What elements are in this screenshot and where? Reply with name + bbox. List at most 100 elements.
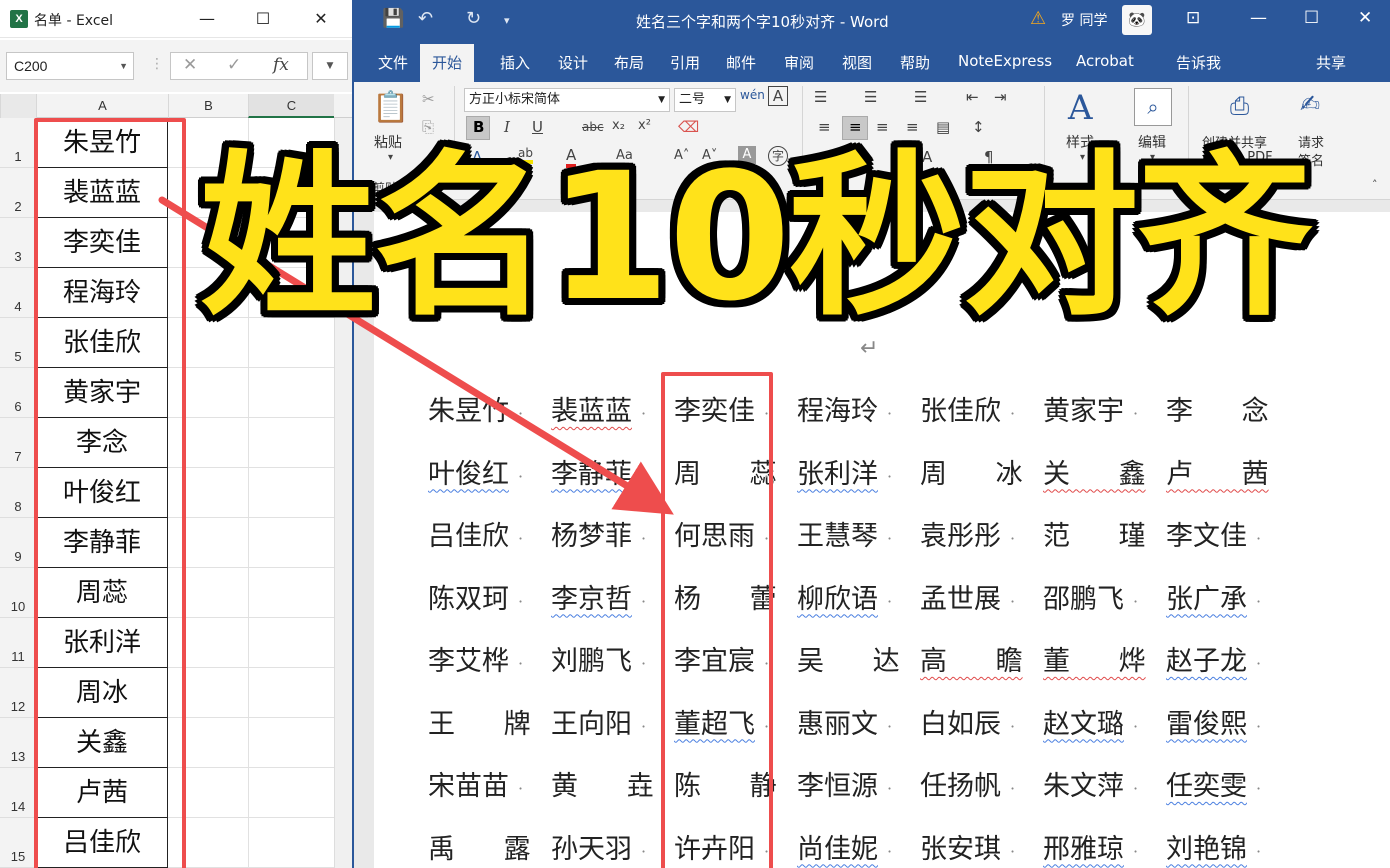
subscript-icon[interactable]: x₂ (612, 118, 625, 133)
redo-icon[interactable]: ↻ (466, 8, 481, 29)
save-icon[interactable]: 💾 (382, 8, 404, 29)
name-cell[interactable]: 尚佳妮 · (797, 830, 917, 868)
tab-8[interactable]: 视图 (842, 52, 872, 73)
avatar[interactable]: 🐼 (1122, 5, 1152, 35)
search-icon[interactable]: ⌕ (1134, 88, 1172, 126)
name-cell[interactable]: 李 念 · (1166, 392, 1286, 432)
name-cell[interactable]: 任扬帆 · (920, 767, 1040, 807)
paste-icon[interactable]: 📋 (372, 90, 409, 125)
name-box[interactable]: C200 ▼ (6, 52, 134, 80)
name-cell[interactable]: 程海玲 · (797, 392, 917, 432)
name-cell[interactable]: 李艾桦 · (428, 642, 548, 682)
row-header[interactable]: 9 (0, 518, 36, 568)
name-cell[interactable]: 赵子龙 · (1166, 642, 1286, 682)
enter-icon[interactable]: ✓ (227, 55, 241, 75)
row-header[interactable]: 13 (0, 718, 36, 768)
tab-2[interactable]: 插入 (500, 52, 530, 73)
name-cell[interactable]: 关 鑫 · (1043, 455, 1163, 495)
row-header[interactable]: 12 (0, 668, 36, 718)
user-name[interactable]: 罗 同学 (1061, 10, 1107, 30)
name-cell[interactable]: 张利洋 · (797, 455, 917, 495)
superscript-icon[interactable]: x² (638, 118, 651, 133)
cancel-icon[interactable]: ✕ (183, 55, 197, 75)
name-cell[interactable]: 李恒源 · (797, 767, 917, 807)
name-cell[interactable]: 黄家宇 · (1043, 392, 1163, 432)
ribbon-display-icon[interactable]: ⊡ (1186, 8, 1200, 28)
multilevel-list-icon[interactable]: ☰ (914, 88, 927, 106)
maximize-icon[interactable]: ☐ (1304, 8, 1319, 28)
name-cell[interactable]: 惠丽文 · (797, 705, 917, 745)
tab-3[interactable]: 设计 (558, 52, 588, 73)
tab-6[interactable]: 邮件 (726, 52, 756, 73)
name-cell[interactable]: 陈双珂 · (428, 580, 548, 620)
tab-12[interactable]: 告诉我 (1176, 52, 1221, 73)
copy-icon[interactable]: ⎘ (422, 118, 434, 136)
tab-9[interactable]: 帮助 (900, 52, 930, 73)
name-cell[interactable]: 任奕雯 · (1166, 767, 1286, 807)
minimize-icon[interactable]: — (1250, 8, 1267, 28)
decrease-indent-icon[interactable]: ⇤ (966, 88, 979, 106)
create-pdf-icon[interactable]: ⎙ (1230, 92, 1249, 120)
row-header[interactable]: 3 (0, 218, 36, 268)
name-cell[interactable]: 张安琪 · (920, 830, 1040, 868)
increase-indent-icon[interactable]: ⇥ (994, 88, 1007, 106)
name-cell[interactable]: 雷俊熙 · (1166, 705, 1286, 745)
tab-11[interactable]: Acrobat (1076, 52, 1134, 70)
name-cell[interactable]: 朱文萍 · (1043, 767, 1163, 807)
justify-icon[interactable]: ≡ (906, 118, 919, 136)
tab-5[interactable]: 引用 (670, 52, 700, 73)
row-header[interactable]: 4 (0, 268, 36, 318)
name-cell[interactable]: 范 瑾 · (1043, 517, 1163, 557)
tab-0[interactable]: 文件 (378, 52, 408, 73)
name-cell[interactable]: 裴蓝蓝 · (551, 392, 671, 432)
chevron-down-icon[interactable]: ▼ (724, 89, 731, 111)
select-all-corner[interactable] (0, 94, 36, 118)
name-cell[interactable]: 邵鹏飞 · (1043, 580, 1163, 620)
name-cell[interactable]: 李静菲 · (551, 455, 671, 495)
name-cell[interactable]: 邢雅琼 · (1043, 830, 1163, 868)
clear-formatting-icon[interactable]: ⌫ (678, 118, 699, 136)
row-header[interactable]: 14 (0, 768, 36, 818)
tab-4[interactable]: 布局 (614, 52, 644, 73)
chevron-down-icon[interactable]: ▼ (119, 53, 128, 79)
name-cell[interactable]: 白如辰 · (920, 705, 1040, 745)
row-header[interactable]: 1 (0, 118, 36, 168)
name-cell[interactable]: 卢 茜 · (1166, 455, 1286, 495)
row-header[interactable]: 2 (0, 168, 36, 218)
name-cell[interactable]: 张广承 · (1166, 580, 1286, 620)
name-cell[interactable]: 李文佳 · (1166, 517, 1286, 557)
row-header[interactable]: 6 (0, 368, 36, 418)
name-cell[interactable]: 柳欣语 · (797, 580, 917, 620)
name-cell[interactable]: 孟世展 · (920, 580, 1040, 620)
insert-function-icon[interactable]: fx (273, 55, 289, 75)
row-header[interactable]: 11 (0, 618, 36, 668)
name-cell[interactable]: 黄 垚 · (551, 767, 671, 807)
row-header[interactable]: 15 (0, 818, 36, 868)
request-signature-icon[interactable]: ✍ (1300, 90, 1320, 118)
phonetic-guide-icon[interactable]: wén (740, 88, 765, 102)
column-header-b[interactable]: B (168, 94, 248, 118)
tab-10[interactable]: NoteExpress (958, 52, 1052, 70)
maximize-icon[interactable]: ☐ (252, 8, 274, 30)
styles-icon[interactable]: A (1068, 88, 1093, 128)
name-cell[interactable]: 王慧琴 · (797, 517, 917, 557)
name-cell[interactable]: 高 瞻 · (920, 642, 1040, 682)
numbering-icon[interactable]: ☰ (864, 88, 877, 106)
name-cell[interactable]: 杨梦菲 · (551, 517, 671, 557)
character-border-icon[interactable]: A (768, 86, 788, 106)
row-header[interactable]: 10 (0, 568, 36, 618)
name-cell[interactable]: 叶俊红 · (428, 455, 548, 495)
distributed-icon[interactable]: ▤ (936, 118, 950, 136)
minimize-icon[interactable]: — (196, 8, 218, 30)
align-right-icon[interactable]: ≡ (876, 118, 889, 136)
name-cell[interactable]: 吴 达 · (797, 642, 917, 682)
align-left-icon[interactable]: ≡ (818, 118, 831, 136)
cut-icon[interactable]: ✂ (422, 90, 435, 108)
underline-icon[interactable]: U (532, 118, 543, 136)
name-cell[interactable]: 王 牌 · (428, 705, 548, 745)
name-cell[interactable]: 李京哲 · (551, 580, 671, 620)
name-cell[interactable]: 禹 露 · (428, 830, 548, 868)
column-header-a[interactable]: A (36, 94, 168, 118)
row-header[interactable]: 5 (0, 318, 36, 368)
warning-icon[interactable]: ⚠ (1030, 8, 1050, 29)
